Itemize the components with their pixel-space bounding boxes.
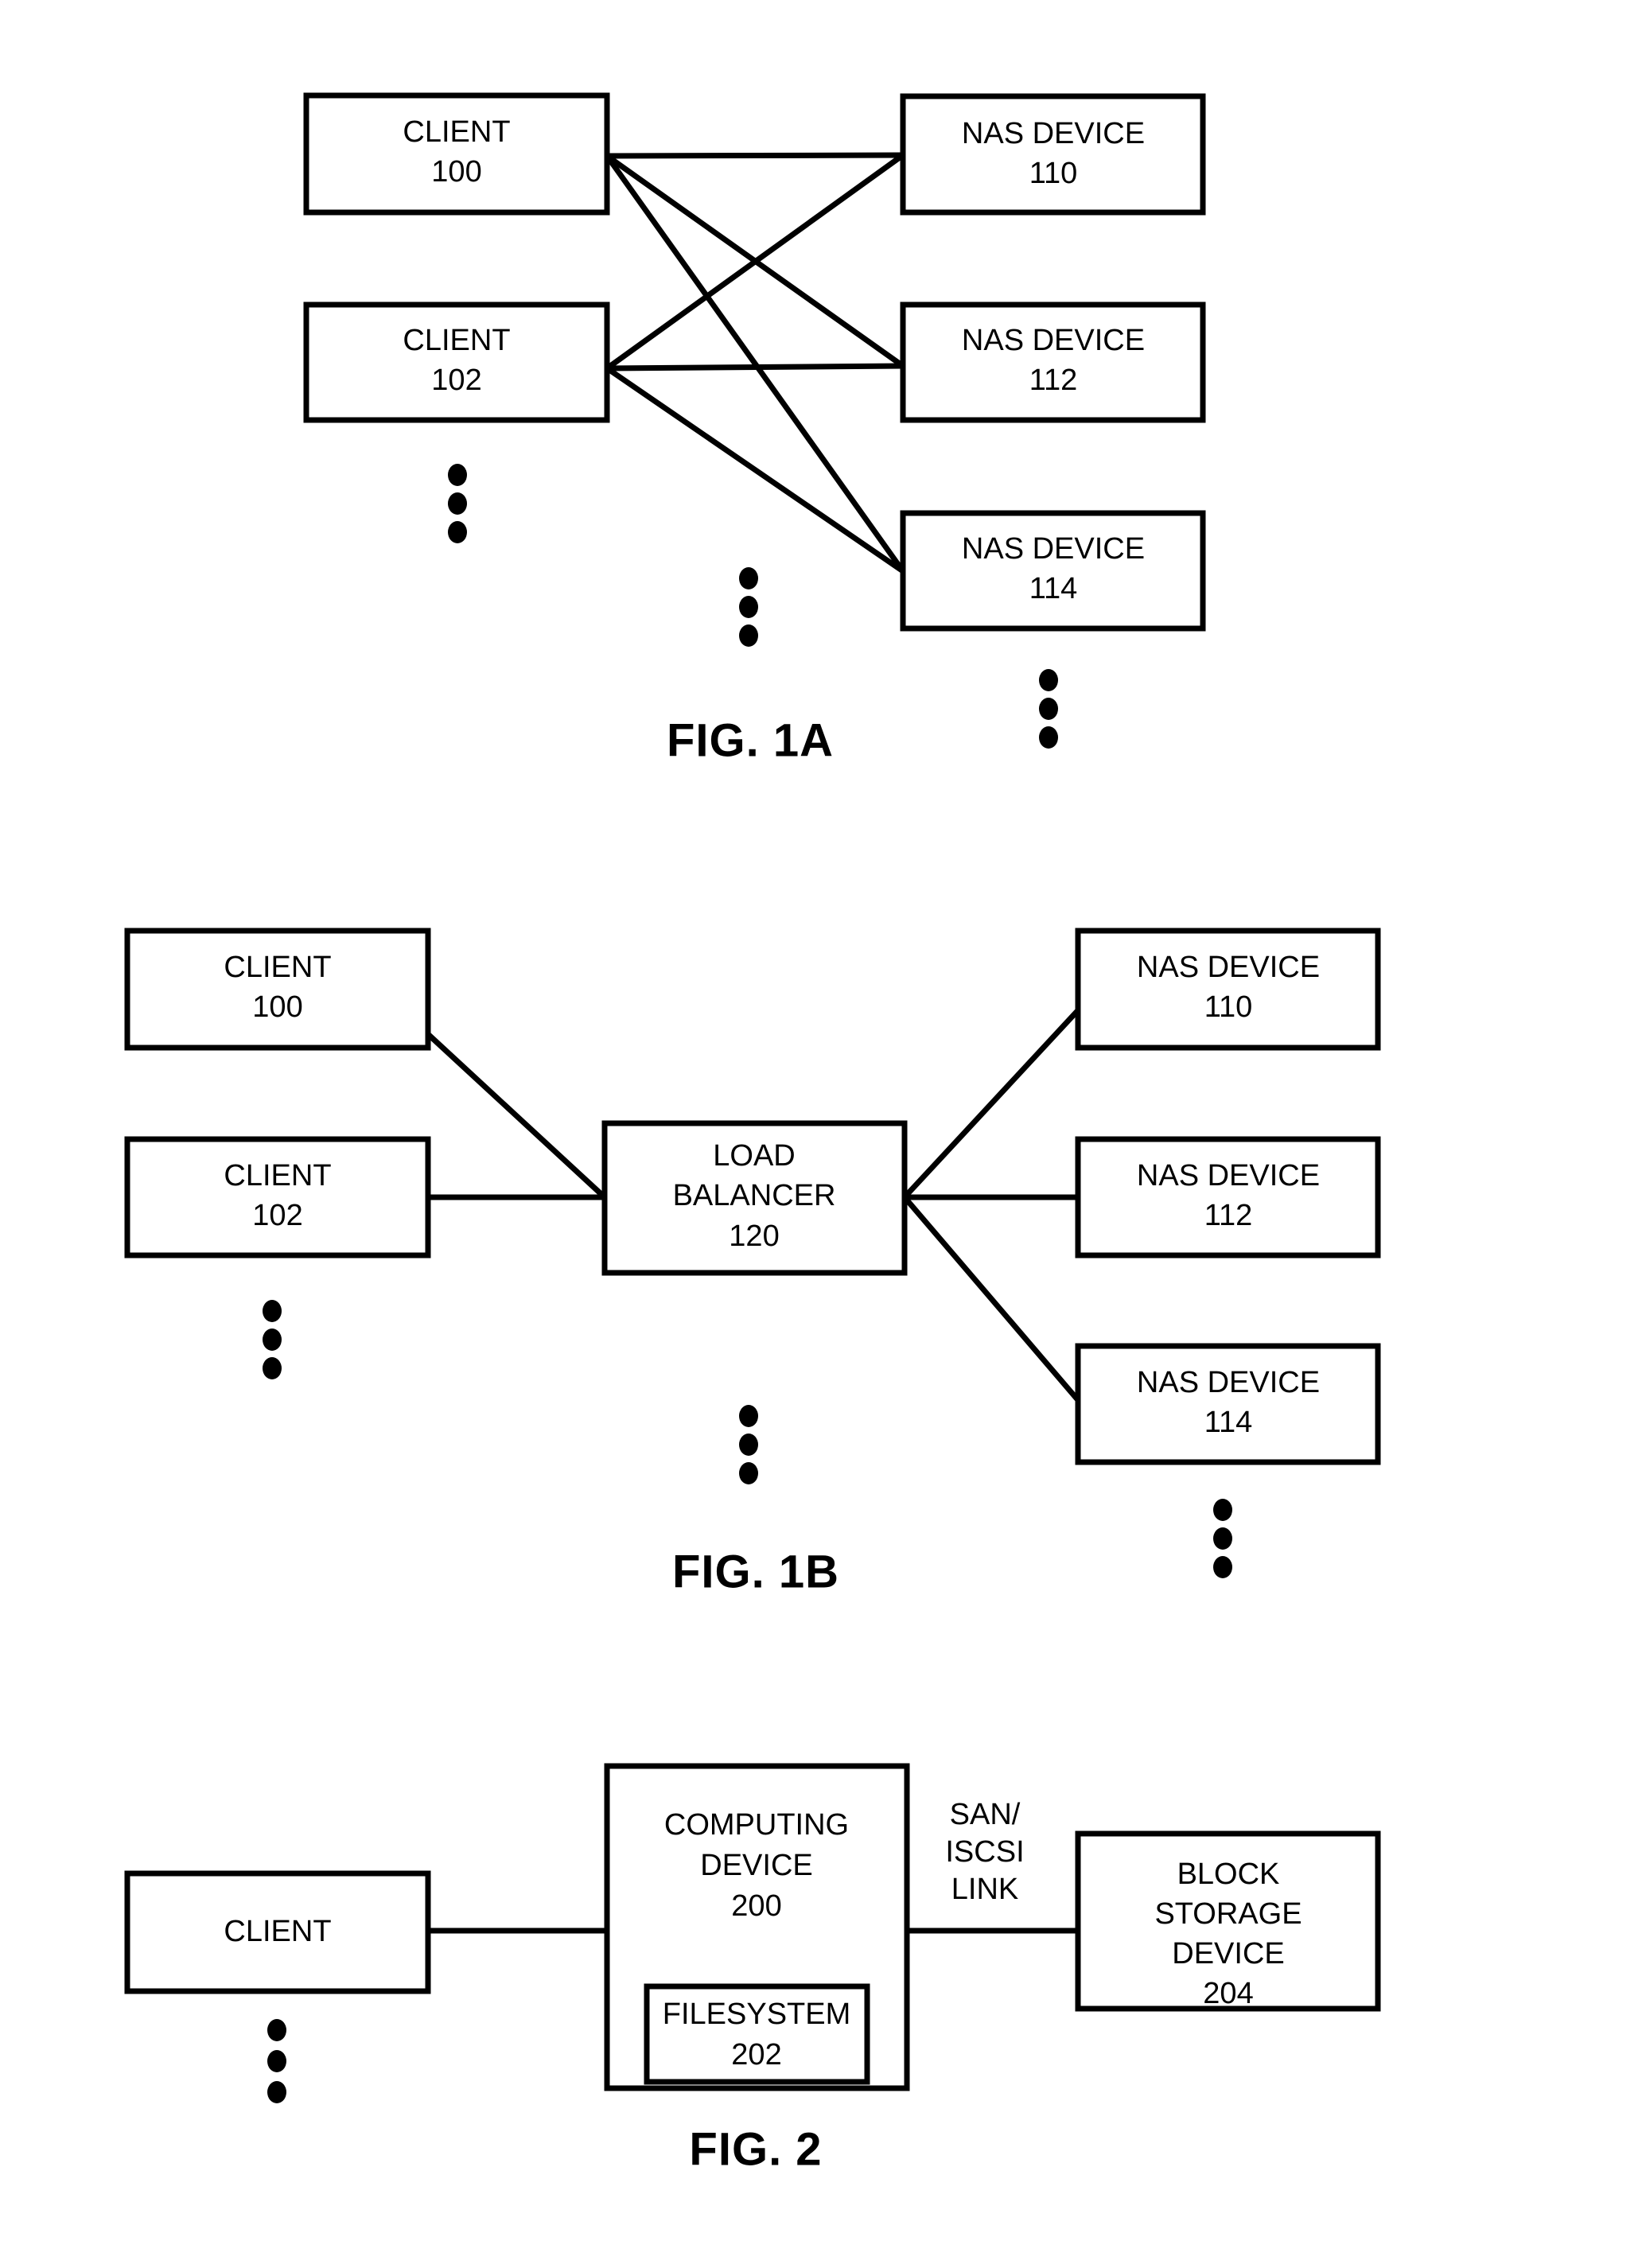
link-client102-nas114 xyxy=(605,366,905,574)
figure-canvas: CLIENT 100 CLIENT 102 NAS DEVICE 110 NAS… xyxy=(124,92,1381,2175)
link-loadbalancer-nas110 xyxy=(902,1008,1080,1200)
node-fig1b-nas-110-label-line1: NAS DEVICE xyxy=(1137,951,1320,984)
node-nas-device-112: NAS DEVICE 112 xyxy=(900,301,1206,423)
fig1b-clients-ellipsis xyxy=(263,1300,282,1379)
node-fig1b-nas-device-112: NAS DEVICE 112 xyxy=(1075,1136,1381,1258)
node-computing-device-label-line1: COMPUTING xyxy=(664,1808,849,1842)
figure-1b: CLIENT 100 CLIENT 102 LOAD BALANCER 120 … xyxy=(124,928,1381,1597)
node-nas-112-label-line1: NAS DEVICE xyxy=(962,324,1145,357)
figure-1a: CLIENT 100 CLIENT 102 NAS DEVICE 110 NAS… xyxy=(303,92,1206,766)
node-computing-device-200: COMPUTING DEVICE 200 FILESYSTEM 202 xyxy=(604,1763,910,2091)
node-block-storage-label-line4: 204 xyxy=(1203,1977,1253,2010)
node-fig1b-nas-device-114: NAS DEVICE 114 xyxy=(1075,1343,1381,1465)
node-fig1b-nas-112-label-line2: 112 xyxy=(1204,1199,1253,1232)
node-filesystem-label-line1: FILESYSTEM xyxy=(663,1998,851,2031)
node-fig1b-client-100-label-line2: 100 xyxy=(252,990,302,1024)
node-fig1b-nas-device-110: NAS DEVICE 110 xyxy=(1075,928,1381,1051)
node-nas-device-110: NAS DEVICE 110 xyxy=(900,93,1206,216)
edge-label-san-iscsi-line3: LINK xyxy=(951,1873,1018,1906)
edge-label-san-iscsi-line2: ISCSI xyxy=(945,1835,1024,1869)
node-block-storage-label-line3: DEVICE xyxy=(1172,1937,1284,1970)
node-fig1b-client-102-label-line2: 102 xyxy=(252,1199,302,1232)
link-client100-loadbalancer xyxy=(426,1032,607,1200)
node-block-storage-label-line1: BLOCK xyxy=(1177,1858,1280,1891)
node-client-100-label-line2: 100 xyxy=(431,155,481,189)
fig1a-connections xyxy=(605,152,905,574)
edge-label-san-iscsi-link: SAN/ ISCSI LINK xyxy=(945,1798,1024,1906)
node-fig1b-nas-110-label-line2: 110 xyxy=(1204,990,1253,1024)
fig2-client-ellipsis xyxy=(267,2019,286,2103)
link-client102-nas112 xyxy=(606,363,904,372)
node-fig1b-client-102-label-line1: CLIENT xyxy=(224,1159,331,1192)
node-fig1b-client-100-label-line1: CLIENT xyxy=(224,951,331,984)
node-nas-device-114: NAS DEVICE 114 xyxy=(900,510,1206,632)
node-client-102-label-line1: CLIENT xyxy=(403,324,510,357)
fig1a-middle-ellipsis xyxy=(739,567,758,647)
node-nas-110-label-line1: NAS DEVICE xyxy=(962,117,1145,150)
fig1a-clients-ellipsis xyxy=(448,464,467,543)
node-fig1b-client-102: CLIENT 102 xyxy=(124,1136,431,1258)
node-load-balancer-label-line3: 120 xyxy=(729,1220,779,1253)
figure-2: CLIENT COMPUTING DEVICE 200 FILESYSTEM 2… xyxy=(124,1763,1381,2175)
node-nas-110-label-line2: 110 xyxy=(1029,157,1078,190)
fig1b-center-ellipsis xyxy=(739,1405,758,1484)
node-client-102-label-line2: 102 xyxy=(431,364,481,397)
link-loadbalancer-nas114 xyxy=(902,1195,1080,1402)
figure-1a-caption: FIG. 1A xyxy=(667,714,834,766)
node-load-balancer-label-line2: BALANCER xyxy=(673,1179,836,1212)
node-fig2-client: CLIENT xyxy=(124,1870,431,1994)
node-fig1b-client-100: CLIENT 100 xyxy=(124,928,431,1051)
node-fig1b-nas-114-label-line1: NAS DEVICE xyxy=(1137,1366,1320,1399)
patent-figure-sheet: CLIENT 100 CLIENT 102 NAS DEVICE 110 NAS… xyxy=(0,0,1642,2268)
fig1b-nas-ellipsis xyxy=(1213,1499,1232,1578)
node-fig1b-nas-114-label-line2: 114 xyxy=(1204,1406,1253,1439)
node-client-100: CLIENT 100 xyxy=(303,92,610,216)
node-block-storage-label-line2: STORAGE xyxy=(1154,1897,1302,1931)
node-computing-device-label-line3: 200 xyxy=(731,1889,781,1923)
node-load-balancer-label-line1: LOAD xyxy=(713,1139,795,1173)
figure-2-caption: FIG. 2 xyxy=(689,2123,822,2175)
node-nas-114-label-line2: 114 xyxy=(1029,572,1078,605)
node-client-100-label-line1: CLIENT xyxy=(403,115,510,149)
node-block-storage-device-204: BLOCK STORAGE DEVICE 204 xyxy=(1075,1830,1381,2012)
node-computing-device-label-line2: DEVICE xyxy=(700,1849,812,1882)
link-client100-nas110 xyxy=(606,152,904,159)
fig1a-nas-ellipsis xyxy=(1039,669,1058,749)
node-nas-112-label-line2: 112 xyxy=(1029,364,1078,397)
node-load-balancer-120: LOAD BALANCER 120 xyxy=(601,1120,908,1276)
node-filesystem-202: FILESYSTEM 202 xyxy=(644,1983,870,2085)
node-fig2-client-label: CLIENT xyxy=(224,1915,331,1948)
node-client-102: CLIENT 102 xyxy=(303,301,610,423)
node-filesystem-label-line2: 202 xyxy=(731,2038,781,2072)
node-nas-114-label-line1: NAS DEVICE xyxy=(962,532,1145,566)
figure-1b-caption: FIG. 1B xyxy=(672,1546,839,1597)
edge-label-san-iscsi-line1: SAN/ xyxy=(950,1798,1021,1831)
node-fig1b-nas-112-label-line1: NAS DEVICE xyxy=(1137,1159,1320,1192)
